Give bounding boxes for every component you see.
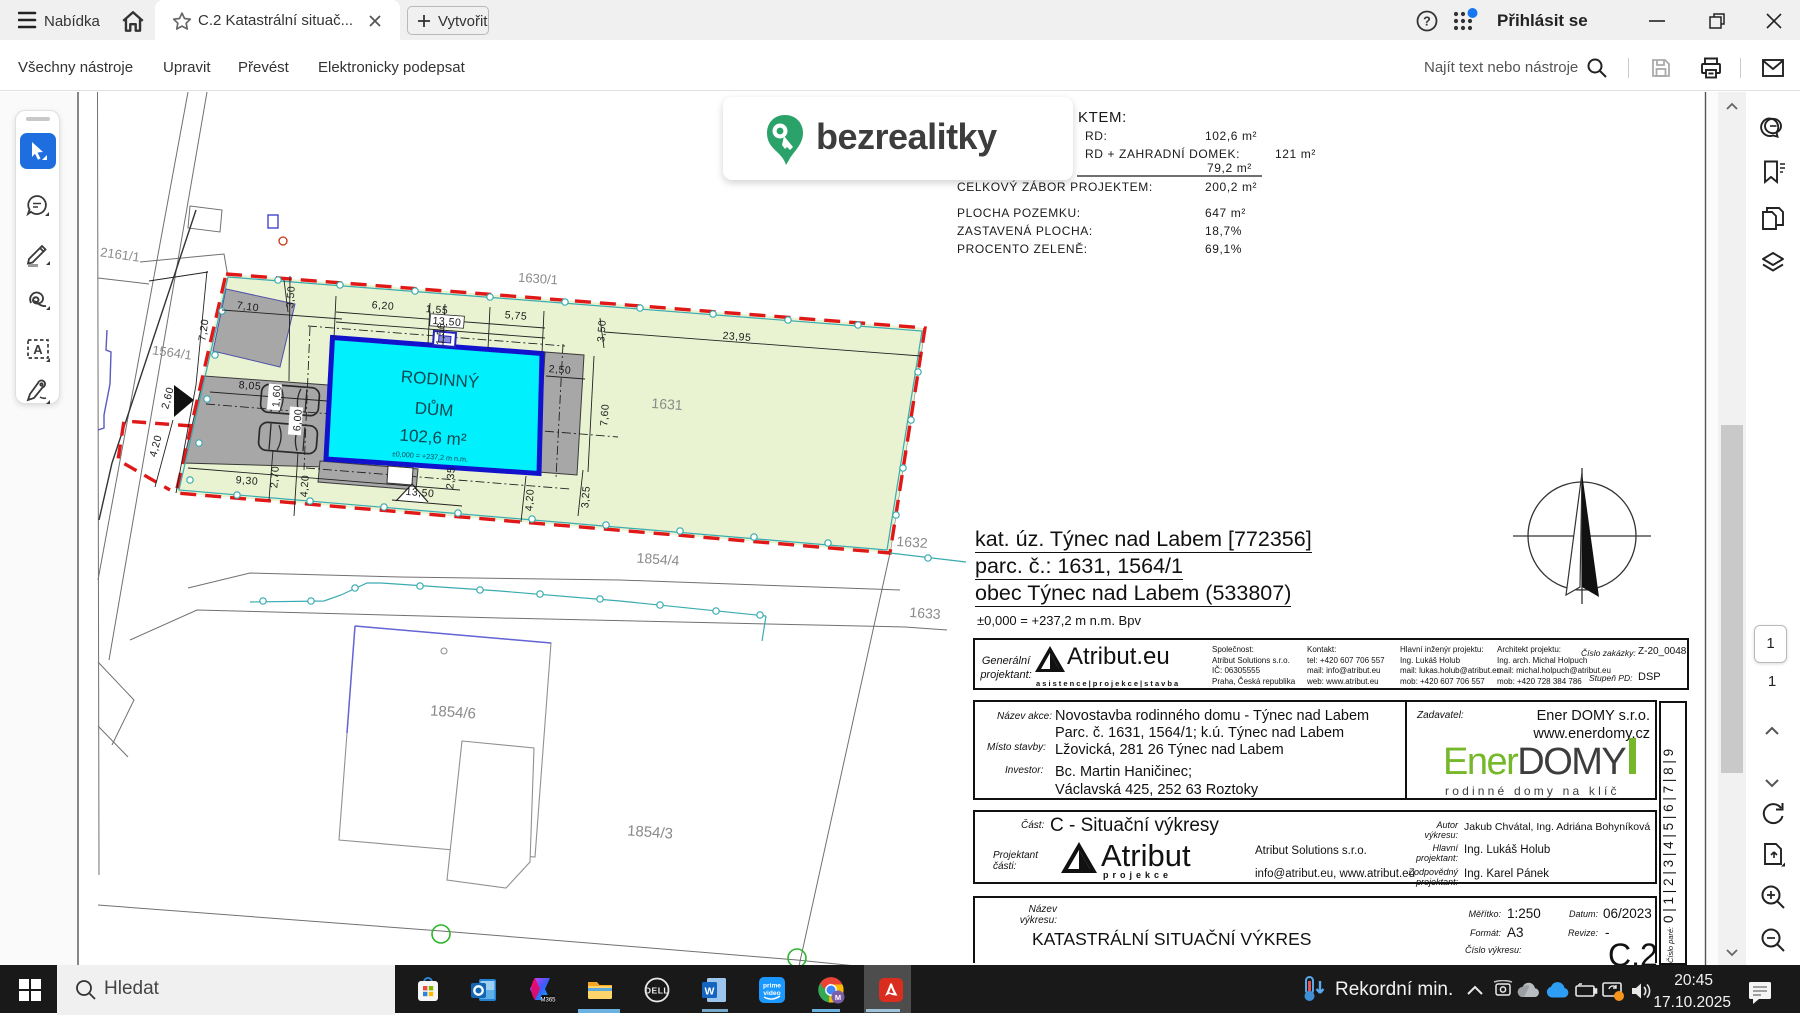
svg-text:1,56: 1,56 — [434, 322, 448, 345]
svg-text:KTEM:: KTEM: — [1078, 109, 1127, 126]
svg-text:121 m²: 121 m² — [1275, 147, 1316, 161]
svg-text:6,00: 6,00 — [291, 408, 305, 431]
svg-text:13,50: 13,50 — [405, 486, 435, 500]
svg-text:647 m²: 647 m² — [1205, 206, 1246, 220]
svg-text:W: W — [705, 986, 715, 998]
svg-text:3,50: 3,50 — [595, 319, 609, 342]
svg-text:PLOCHA POZEMKU:: PLOCHA POZEMKU: — [957, 206, 1081, 220]
svg-text:200,2 m²: 200,2 m² — [1205, 180, 1257, 194]
svg-text:18,7%: 18,7% — [1205, 224, 1242, 238]
svg-text:RD:: RD: — [1085, 129, 1107, 143]
svg-text:4,20: 4,20 — [523, 488, 537, 511]
svg-text:2,70: 2,70 — [268, 465, 282, 488]
svg-text:1631: 1631 — [651, 395, 683, 413]
svg-text:2161/1: 2161/1 — [99, 244, 140, 264]
svg-text:4,20: 4,20 — [298, 474, 312, 497]
svg-text:RD + ZAHRADNÍ DOMEK:: RD + ZAHRADNÍ DOMEK: — [1085, 146, 1240, 161]
svg-text:DELL: DELL — [645, 985, 669, 995]
svg-text:1854/3: 1854/3 — [627, 822, 674, 842]
svg-text:1632: 1632 — [896, 533, 928, 551]
svg-text:ZASTAVENÁ PLOCHA:: ZASTAVENÁ PLOCHA: — [957, 223, 1093, 238]
svg-text:DŮM: DŮM — [414, 399, 454, 421]
svg-text:23,95: 23,95 — [722, 330, 752, 344]
svg-text:prime: prime — [763, 983, 781, 990]
svg-text:2,35: 2,35 — [444, 466, 458, 489]
svg-text:M365: M365 — [540, 998, 556, 1004]
svg-text:69,1%: 69,1% — [1205, 242, 1242, 256]
svg-text:1564/1: 1564/1 — [151, 342, 192, 362]
svg-text:PROCENTO ZELENĚ:: PROCENTO ZELENĚ: — [957, 241, 1088, 256]
svg-text:3,50: 3,50 — [284, 285, 298, 308]
svg-text:A: A — [33, 342, 43, 357]
svg-text:2,50: 2,50 — [548, 363, 571, 377]
svg-text:79,2 m²: 79,2 m² — [1207, 161, 1252, 175]
svg-text:8,05: 8,05 — [238, 379, 261, 393]
svg-text:video: video — [763, 990, 780, 997]
svg-text:1630/1: 1630/1 — [518, 270, 559, 288]
svg-text:1854/6: 1854/6 — [430, 702, 477, 722]
svg-text:1,60: 1,60 — [270, 384, 284, 407]
svg-text:1633: 1633 — [909, 604, 941, 622]
svg-text:102,6 m²: 102,6 m² — [1205, 129, 1257, 143]
svg-text:CELKOVÝ ZÁBOR PROJEKTEM:: CELKOVÝ ZÁBOR PROJEKTEM: — [957, 179, 1153, 194]
svg-text:6,20: 6,20 — [371, 299, 394, 313]
svg-text:3,25: 3,25 — [579, 485, 593, 508]
svg-text:5,75: 5,75 — [504, 309, 527, 323]
svg-text:1854/4: 1854/4 — [636, 550, 680, 569]
svg-text:M: M — [835, 993, 841, 1002]
svg-text:?: ? — [1423, 15, 1431, 29]
svg-text:9,30: 9,30 — [235, 474, 258, 488]
svg-text:4,20: 4,20 — [147, 434, 164, 459]
svg-text:7,20: 7,20 — [196, 318, 211, 342]
svg-text:7,60: 7,60 — [598, 403, 612, 426]
